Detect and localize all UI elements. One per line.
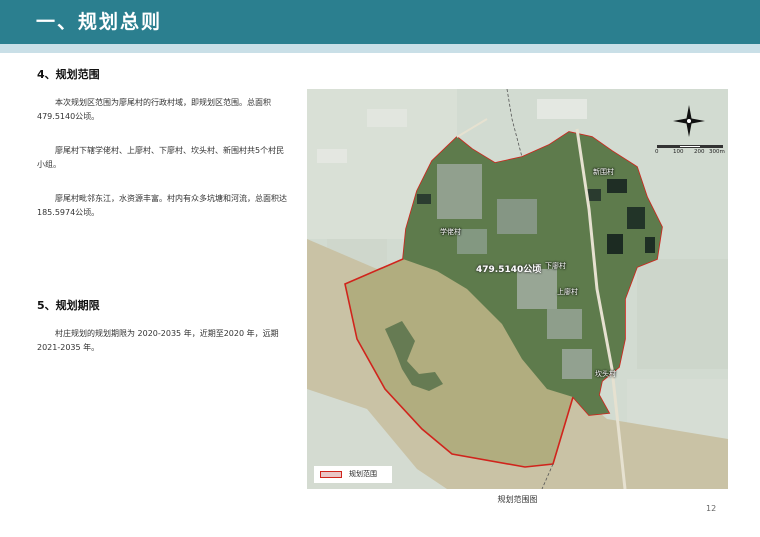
scale-label: 0 xyxy=(655,149,659,155)
scale-label: 200 xyxy=(694,149,705,155)
map-caption: 规划范围图 xyxy=(497,495,538,504)
scale-label: 300m xyxy=(709,149,725,155)
scale-segment xyxy=(701,145,723,148)
page-number: 12 xyxy=(706,504,717,513)
header-accent-strip xyxy=(0,44,760,53)
boundary-swatch xyxy=(320,471,342,478)
map-legend: 规划范围 xyxy=(314,466,392,483)
total-area-label: 479.5140公顷 xyxy=(476,265,542,275)
village-label-kantou: 坎头村 xyxy=(595,370,616,378)
scope-paragraph-2: 廖尾村下辖学佬村、上廖村、下廖村、坎头村、新围村共5个村民小组。 xyxy=(37,146,285,169)
village-label-shangliao: 上廖村 xyxy=(557,288,578,296)
page-title: 一、规划总则 xyxy=(36,11,163,33)
scope-paragraph-1: 本次规划区范围为廖尾村的行政村域，即规划区范围。总面积479.5140公顷。 xyxy=(37,98,271,121)
section-title-period: 5、规划期限 xyxy=(37,299,100,312)
scale-segment xyxy=(679,145,701,148)
village-label-xinwei: 新围村 xyxy=(593,168,614,176)
scale-bar: 0 100 200 300m xyxy=(655,145,725,159)
village-label-xuelao: 学佬村 xyxy=(440,228,461,236)
scale-label: 100 xyxy=(673,149,684,155)
village-label-xialiao: 下廖村 xyxy=(545,262,566,270)
scope-paragraph-3: 廖尾村毗邻东江，水资源丰富。村内有众多坑塘和河流，总面积达185.5974公顷。 xyxy=(37,194,287,217)
scale-segment xyxy=(657,145,679,148)
period-paragraph-1: 村庄规划的规划期限为 2020-2035 年，近期至2020 年，远期 2021… xyxy=(37,329,279,352)
header-bar: 一、规划总则 xyxy=(0,0,760,44)
planning-scope-map: 新围村 学佬村 下廖村 上廖村 坎头村 479.5140公顷 0 100 200… xyxy=(307,89,728,489)
legend-label: 规划范围 xyxy=(349,470,377,478)
section-title-scope: 4、规划范围 xyxy=(37,68,100,81)
north-arrow-icon xyxy=(673,105,705,137)
